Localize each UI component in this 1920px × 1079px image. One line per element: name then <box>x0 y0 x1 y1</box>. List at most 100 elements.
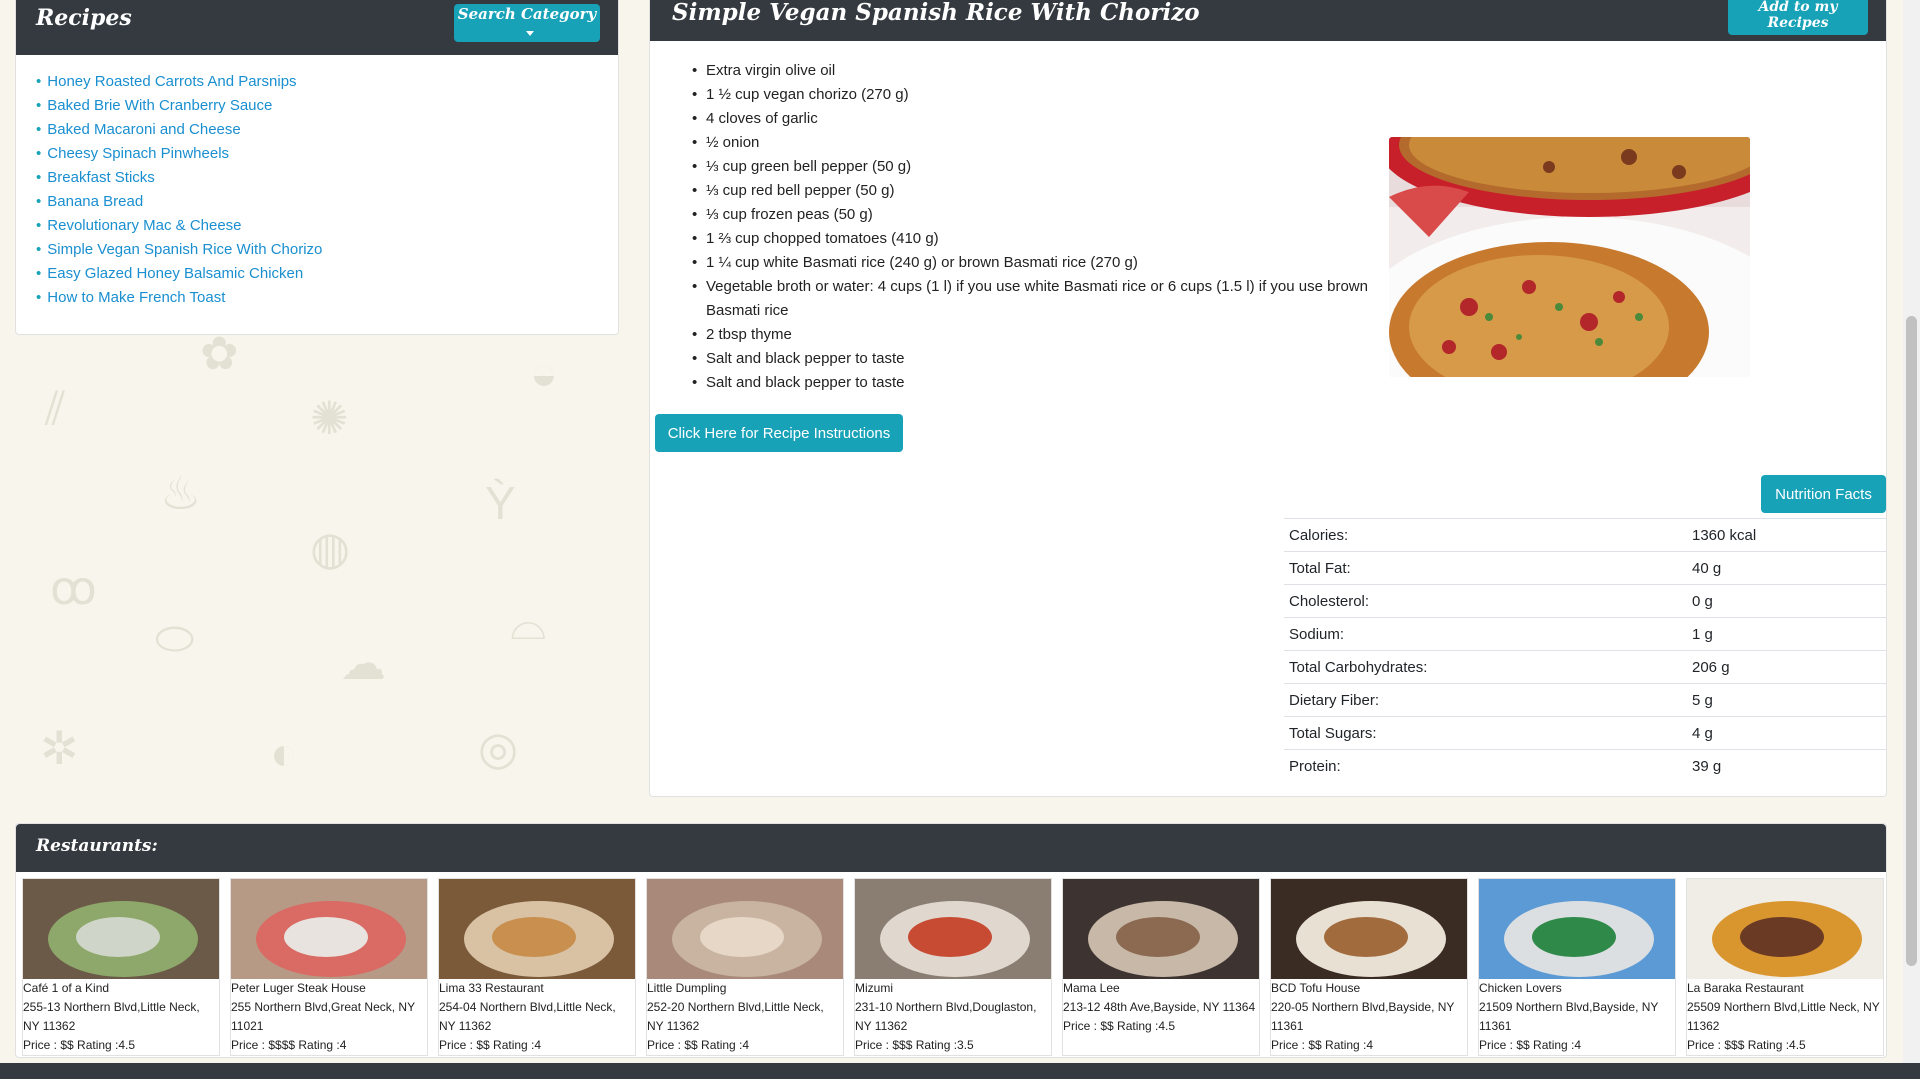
recipe-list-item: Baked Macaroni and Cheese <box>36 118 322 142</box>
nutrition-label: Total Carbohydrates: <box>1289 658 1428 676</box>
turkey-icon: ♨ <box>160 467 202 519</box>
celery-icon: ⫽ <box>45 382 66 434</box>
restaurant-card[interactable]: Mama Lee 213-12 48th Ave,Bayside, NY 1136… <box>1062 878 1260 1056</box>
restaurant-name: Chicken Lovers <box>1479 981 1562 995</box>
recipe-list-item: Simple Vegan Spanish Rice With Chorizo <box>36 238 322 262</box>
recipe-link[interactable]: Cheesy Spinach Pinwheels <box>47 145 229 162</box>
restaurant-photo <box>1271 879 1467 979</box>
recipe-instructions-button[interactable]: Click Here for Recipe Instructions <box>655 414 903 452</box>
restaurant-price-rating: Price : $$ Rating :4 <box>647 1038 750 1052</box>
restaurant-address: 25509 Northern Blvd,Little Neck, NY 1136… <box>1687 1000 1880 1033</box>
recipes-header: Recipes Search Category <box>16 0 618 55</box>
ingredient-list: Extra virgin olive oil1 ½ cup vegan chor… <box>692 59 1392 395</box>
restaurant-address: 255-13 Northern Blvd,Little Neck, NY 113… <box>23 1000 200 1033</box>
citrus-icon: ✺ <box>310 392 349 444</box>
restaurant-price-rating: Price : $$ Rating :4 <box>1479 1038 1582 1052</box>
restaurant-photo <box>23 879 219 979</box>
add-to-my-recipes-button[interactable]: Add to my Recipes <box>1728 0 1868 35</box>
restaurants-header: Restaurants: <box>16 824 1886 872</box>
page: ✿ ◒ ⫽ ✺ ♨ Ỳ ◍ ꝏ ⌓ ⬭ ☁ ✲ ◐ ◎ Recipes Sear… <box>0 0 1920 1079</box>
pizza-icon: ◍ <box>310 522 351 574</box>
restaurant-info: Peter Luger Steak House 255 Northern Blvd… <box>231 979 427 1055</box>
nutrition-value: 4 g <box>1692 724 1713 742</box>
recipe-link[interactable]: Simple Vegan Spanish Rice With Chorizo <box>47 241 322 258</box>
recipe-link[interactable]: Honey Roasted Carrots And Parsnips <box>47 73 296 90</box>
nutrition-value: 206 g <box>1692 658 1730 676</box>
recipe-list-item: Baked Brie With Cranberry Sauce <box>36 94 322 118</box>
recipe-link[interactable]: How to Make French Toast <box>47 289 225 306</box>
recipe-photo <box>1389 137 1750 377</box>
restaurant-address: 220-05 Northern Blvd,Bayside, NY 11361 <box>1271 1000 1455 1033</box>
restaurant-address: 252-20 Northern Blvd,Little Neck, NY 113… <box>647 1000 824 1033</box>
restaurant-price-rating: Price : $$ Rating :4 <box>439 1038 542 1052</box>
restaurant-address: 213-12 48th Ave,Bayside, NY 11364 <box>1063 1000 1256 1014</box>
watermelon-icon: ◐ <box>270 727 298 779</box>
restaurants-panel: Restaurants: Café 1 of a Kind 255-13 Nort… <box>15 823 1887 1058</box>
scrollbar-thumb[interactable] <box>1906 316 1917 966</box>
nutrition-label: Sodium: <box>1289 625 1345 643</box>
restaurant-card[interactable]: BCD Tofu House 220-05 Northern Blvd,Baysi… <box>1270 878 1468 1056</box>
nutrition-label: Cholesterol: <box>1289 592 1370 610</box>
search-category-label: Search Category <box>457 5 597 23</box>
recipe-list-item: Honey Roasted Carrots And Parsnips <box>36 70 322 94</box>
restaurant-card[interactable]: Café 1 of a Kind 255-13 Northern Blvd,Lit… <box>22 878 220 1056</box>
nutrition-row: Dietary Fiber: 5 g <box>1284 683 1886 717</box>
recipe-link[interactable]: Baked Macaroni and Cheese <box>47 121 240 138</box>
restaurant-info: Mizumi 231-10 Northern Blvd,Douglaston, N… <box>855 979 1051 1055</box>
steak-icon: ◒ <box>530 347 558 399</box>
ingredient-item: 1 ⅔ cup chopped tomatoes (410 g) <box>692 227 1392 251</box>
nutrition-row: Total Fat: 40 g <box>1284 551 1886 585</box>
spanish-rice-image <box>1389 137 1750 377</box>
recipe-list-item: How to Make French Toast <box>36 286 322 310</box>
ingredient-item: ⅓ cup frozen peas (50 g) <box>692 203 1392 227</box>
recipe-link[interactable]: Revolutionary Mac & Cheese <box>47 217 241 234</box>
restaurant-photo <box>1479 879 1675 979</box>
recipe-detail-panel: Simple Vegan Spanish Rice With Chorizo A… <box>649 0 1887 797</box>
nutrition-value: 1360 kcal <box>1692 526 1757 544</box>
restaurant-name: Little Dumpling <box>647 981 727 995</box>
nutrition-row: Total Carbohydrates: 206 g <box>1284 650 1886 684</box>
recipe-link[interactable]: Breakfast Sticks <box>47 169 155 186</box>
nutrition-row: Sodium: 1 g <box>1284 617 1886 651</box>
recipe-link[interactable]: Banana Bread <box>47 193 143 210</box>
restaurant-card[interactable]: Lima 33 Restaurant 254-04 Northern Blvd,L… <box>438 878 636 1056</box>
nutrition-label: Calories: <box>1289 526 1349 544</box>
recipes-title: Recipes <box>36 5 132 31</box>
search-category-dropdown[interactable]: Search Category <box>454 4 600 42</box>
restaurant-name: Café 1 of a Kind <box>23 981 110 995</box>
recipe-title: Simple Vegan Spanish Rice With Chorizo <box>672 0 1200 26</box>
restaurant-price-rating: Price : $$$ Rating :3.5 <box>855 1038 974 1052</box>
recipe-link[interactable]: Baked Brie With Cranberry Sauce <box>47 97 272 114</box>
restaurant-photo <box>855 879 1051 979</box>
restaurant-card[interactable]: Little Dumpling 252-20 Northern Blvd,Litt… <box>646 878 844 1056</box>
restaurant-price-rating: Price : $$$$ Rating :4 <box>231 1038 347 1052</box>
restaurant-info: Lima 33 Restaurant 254-04 Northern Blvd,L… <box>439 979 635 1055</box>
restaurant-info: Little Dumpling 252-20 Northern Blvd,Litt… <box>647 979 843 1055</box>
restaurant-card[interactable]: Peter Luger Steak House 255 Northern Blvd… <box>230 878 428 1056</box>
restaurant-info: Mama Lee 213-12 48th Ave,Bayside, NY 1136… <box>1063 979 1259 1036</box>
bread-icon: ⬭ <box>155 612 195 664</box>
recipe-list-item: Breakfast Sticks <box>36 166 322 190</box>
footer-bar <box>0 1063 1920 1079</box>
recipe-link[interactable]: Easy Glazed Honey Balsamic Chicken <box>47 265 303 282</box>
grapes-icon: ✿ <box>200 327 239 379</box>
restaurant-price-rating: Price : $$ Rating :4.5 <box>1063 1019 1176 1033</box>
caret-down-icon <box>526 30 534 36</box>
nutrition-label: Total Sugars: <box>1289 724 1377 742</box>
ingredient-item: 4 cloves of garlic <box>692 107 1392 131</box>
restaurant-info: BCD Tofu House 220-05 Northern Blvd,Baysi… <box>1271 979 1467 1055</box>
nutrition-value: 40 g <box>1692 559 1722 577</box>
restaurant-info: Chicken Lovers 21509 Northern Blvd,Baysid… <box>1479 979 1675 1055</box>
nutrition-facts-button[interactable]: Nutrition Facts <box>1761 475 1886 513</box>
grill-icon: ⌓ <box>510 597 547 649</box>
restaurant-list: Café 1 of a Kind 255-13 Northern Blvd,Lit… <box>22 878 1884 1056</box>
restaurant-address: 21509 Northern Blvd,Bayside, NY 11361 <box>1479 1000 1659 1033</box>
recipe-list-item: Cheesy Spinach Pinwheels <box>36 142 322 166</box>
restaurant-address: 255 Northern Blvd,Great Neck, NY 11021 <box>231 1000 415 1033</box>
restaurant-card[interactable]: La Baraka Restaurant 25509 Northern Blvd,… <box>1686 878 1884 1056</box>
restaurant-card[interactable]: Chicken Lovers 21509 Northern Blvd,Baysid… <box>1478 878 1676 1056</box>
nutrition-label: Protein: <box>1289 757 1341 775</box>
restaurant-card[interactable]: Mizumi 231-10 Northern Blvd,Douglaston, N… <box>854 878 1052 1056</box>
nutrition-row: Calories: 1360 kcal <box>1284 518 1886 552</box>
restaurant-info: Café 1 of a Kind 255-13 Northern Blvd,Lit… <box>23 979 219 1055</box>
